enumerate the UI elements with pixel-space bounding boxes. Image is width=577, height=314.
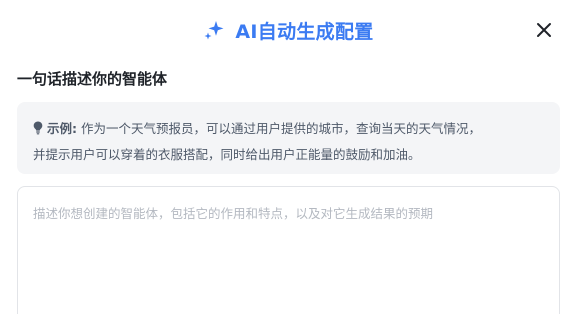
example-text-line-2: 并提示用户可以穿着的衣服搭配，同时给出用户正能量的鼓励和加油。 xyxy=(33,147,421,162)
dialog-title-group: AI自动生成配置 xyxy=(0,14,577,46)
example-box: 示例: 作为一个天气预报员，可以通过用户提供的城市，查询当天的天气情况， 并提示… xyxy=(17,102,560,174)
ai-config-dialog: AI自动生成配置 一句话描述你的智能体 示例: 作为一个天气预报员，可以通过用户… xyxy=(0,0,577,314)
close-button[interactable] xyxy=(533,19,555,41)
example-prefix: 示例: xyxy=(47,121,77,136)
section-label: 一句话描述你的智能体 xyxy=(17,70,168,88)
lightbulb-icon xyxy=(33,121,43,135)
description-input[interactable] xyxy=(17,186,560,314)
dialog-header: AI自动生成配置 xyxy=(0,14,577,46)
dialog-title: AI自动生成配置 xyxy=(235,20,374,43)
close-icon xyxy=(537,23,551,37)
example-line-2: 并提示用户可以穿着的衣服搭配，同时给出用户正能量的鼓励和加油。 xyxy=(33,142,544,168)
example-text-line-1: 作为一个天气预报员，可以通过用户提供的城市，查询当天的天气情况， xyxy=(80,121,481,136)
sparkle-icon xyxy=(204,21,224,40)
example-line-1: 示例: 作为一个天气预报员，可以通过用户提供的城市，查询当天的天气情况， xyxy=(33,116,544,142)
